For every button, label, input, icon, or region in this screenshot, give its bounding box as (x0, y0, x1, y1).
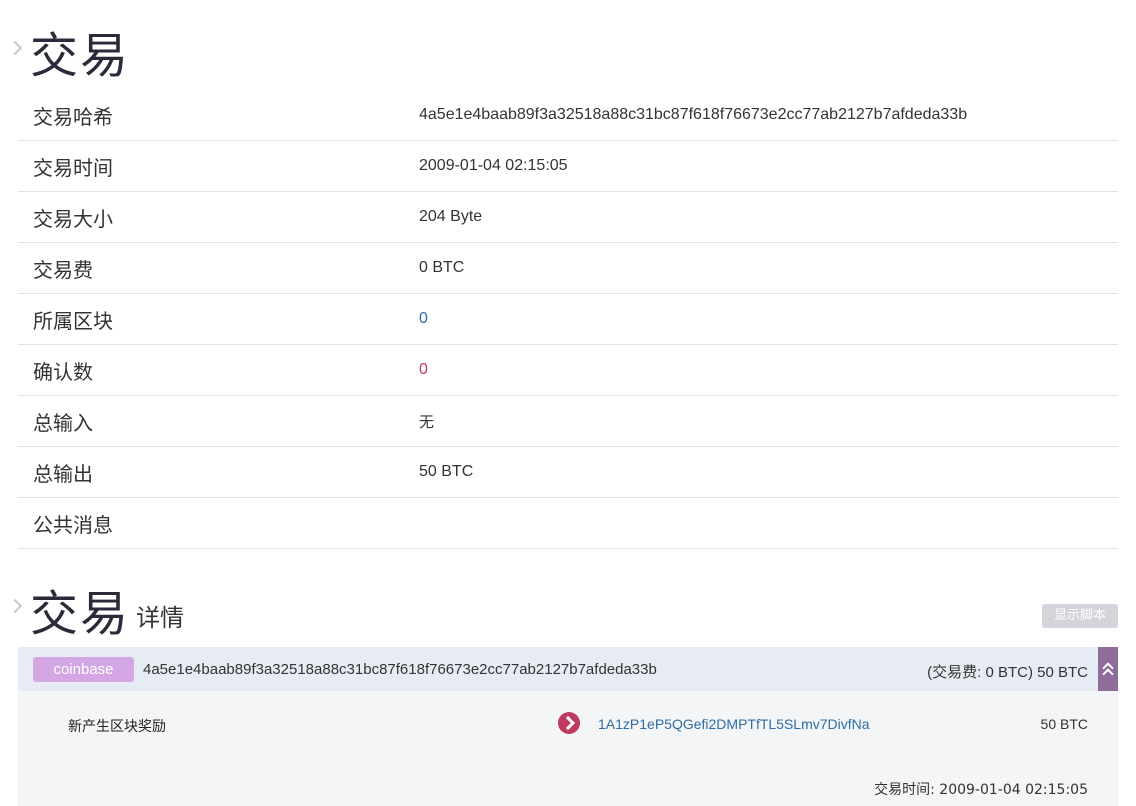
show-script-button[interactable]: 显示脚本 (1042, 604, 1118, 628)
info-value-time: 2009-01-04 02:15:05 (419, 140, 1118, 192)
info-row-size: 交易大小 204 Byte (18, 191, 1118, 243)
transaction-detail-header: coinbase 4a5e1e4baab89f3a32518a88c31bc87… (18, 647, 1118, 691)
input-label: 新产生区块奖励 (68, 719, 166, 735)
transaction-detail-box: coinbase 4a5e1e4baab89f3a32518a88c31bc87… (18, 647, 1118, 806)
collapse-button[interactable] (1098, 647, 1118, 691)
info-row-hash: 交易哈希 4a5e1e4baab89f3a32518a88c31bc87f618… (18, 90, 1118, 141)
confirmations-value: 0 (419, 361, 428, 378)
block-link[interactable]: 0 (419, 310, 428, 327)
arrow-right-circle-icon (558, 712, 580, 734)
output-amount: 50 BTC (1040, 716, 1088, 732)
info-key: 交易费 (18, 242, 419, 294)
output-address-link[interactable]: 1A1zP1eP5QGefi2DMPTfTL5SLmv7DivfNa (598, 716, 870, 732)
info-value-size: 204 Byte (419, 191, 1118, 243)
info-key: 交易大小 (18, 191, 419, 243)
transaction-fee-summary: (交易费: 0 BTC) 50 BTC (927, 664, 1088, 681)
info-row-total-input: 总输入 无 (18, 395, 1118, 447)
info-key: 交易哈希 (18, 90, 419, 141)
info-key: 总输入 (18, 395, 419, 447)
info-row-confirmations: 确认数 0 (18, 344, 1118, 396)
info-value-hash: 4a5e1e4baab89f3a32518a88c31bc87f618f7667… (419, 90, 1118, 141)
chevron-right-icon (7, 40, 23, 56)
info-value-total-output: 50 BTC (419, 446, 1118, 498)
details-subtitle: 详情 (136, 604, 184, 632)
info-row-total-output: 总输出 50 BTC (18, 446, 1118, 498)
page-title: 交易 (30, 28, 131, 84)
info-value-total-input: 无 (419, 395, 1118, 447)
coinbase-badge: coinbase (33, 657, 134, 682)
info-key: 确认数 (18, 344, 419, 396)
details-title: 交易 (30, 586, 131, 642)
info-row-block: 所属区块 0 (18, 293, 1118, 345)
info-key: 交易时间 (18, 140, 419, 192)
transaction-hash: 4a5e1e4baab89f3a32518a88c31bc87f618f7667… (143, 661, 657, 678)
info-value-public-message (419, 497, 1118, 549)
chevron-right-icon (7, 598, 23, 614)
info-key: 所属区块 (18, 293, 419, 345)
info-row-fee: 交易费 0 BTC (18, 242, 1118, 294)
info-value-cell: 0 (419, 344, 1118, 396)
info-value-fee: 0 BTC (419, 242, 1118, 294)
info-value-cell: 0 (419, 293, 1118, 345)
transaction-info-table: 交易哈希 4a5e1e4baab89f3a32518a88c31bc87f618… (18, 90, 1118, 549)
info-key: 总输出 (18, 446, 419, 498)
info-row-time: 交易时间 2009-01-04 02:15:05 (18, 140, 1118, 192)
transaction-page: 交易 交易哈希 4a5e1e4baab89f3a32518a88c31bc87f… (0, 0, 1136, 806)
info-key: 公共消息 (18, 497, 419, 549)
transaction-time: 交易时间: 2009-01-04 02:15:05 (874, 782, 1088, 798)
info-row-public-message: 公共消息 (18, 497, 1118, 549)
